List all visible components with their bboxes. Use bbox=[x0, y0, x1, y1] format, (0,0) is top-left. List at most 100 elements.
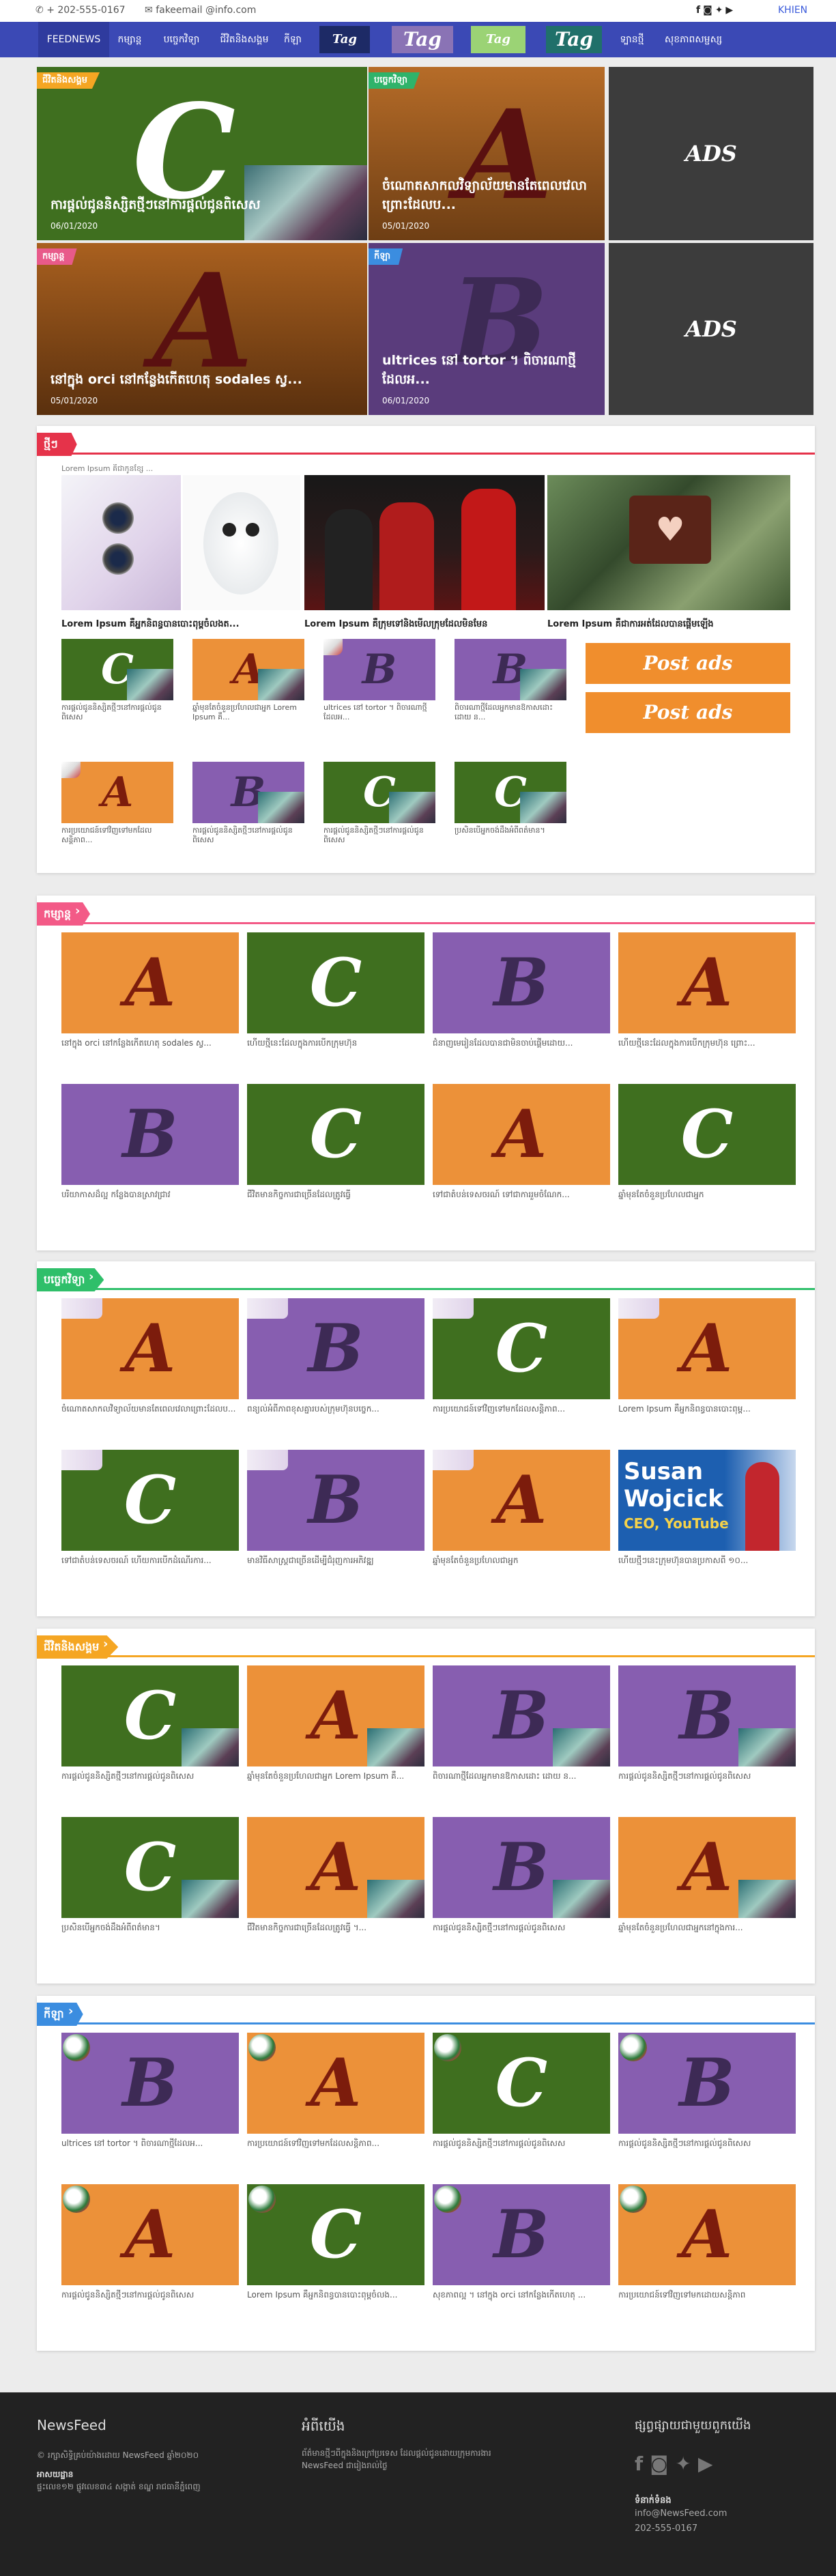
card-caption[interactable]: ឆ្នាំមុនតែចំនួនប្រហែលជាអ្នក Lorem Ipsum … bbox=[192, 703, 304, 722]
youtube-icon[interactable]: ▶ bbox=[725, 5, 736, 16]
phone-contact[interactable]: ✆ + 202-555-0167 bbox=[35, 5, 126, 16]
card-caption[interactable]: ប្រសិនបើអ្នកចង់ដឹងអំពីពត៌មាន។ bbox=[61, 1922, 239, 1934]
card-caption[interactable]: ពិចារណាថ្មីដែលអ្នកមានឱកាសដោះ ដោយ ន... bbox=[455, 703, 566, 722]
category-badge[interactable]: ជីវិតនិងសង្គម bbox=[37, 72, 100, 89]
article-card[interactable]: A ទៅជាតំបន់ទេសចរណ៍ ទៅជាការរួមចំណែក... bbox=[433, 1084, 610, 1227]
facebook-icon[interactable]: f bbox=[696, 5, 703, 16]
card-caption[interactable]: ការផ្តល់ជូននិស្សិតថ្មីៗនៅការផ្តល់ជូនពិសេ… bbox=[618, 1771, 796, 1782]
article-card[interactable]: B ពន្យល់អំពីភាពខុសគ្នារបស់ក្រុមហ៊ុនបច្ចេក… bbox=[247, 1298, 424, 1442]
section-title[interactable]: កម្សាន្ត bbox=[37, 902, 91, 926]
article-card[interactable]: A ជីវិតមានកិច្ចការជាច្រើនដែលត្រូវធ្វើ ។..… bbox=[247, 1817, 424, 1960]
article-card[interactable]: C ការប្រយោជន៍ទៅវិញទៅមកដែលសន្តិភាព... bbox=[433, 1298, 610, 1442]
hero-card-2[interactable]: A បច្ចេកវិទ្យា ចំណោតសាកលវិទ្យាល័យមានតែពេ… bbox=[369, 67, 605, 240]
ads-banner-1[interactable]: ADS bbox=[609, 67, 813, 240]
card-caption[interactable]: នៅក្នុង orci នៅកន្លែងកើតហេតុ sodales ស្វ… bbox=[61, 1037, 239, 1049]
article-card[interactable]: A ការផ្តល់ជូននិស្សិតថ្មីៗនៅការផ្តល់ជូនពិស… bbox=[61, 2184, 239, 2328]
card-caption[interactable]: ការផ្តល់ជូននិស្សិតថ្មីៗនៅការផ្តល់ជូនពិសេ… bbox=[61, 1771, 239, 1782]
nav-home[interactable]: FEEDNEWS bbox=[38, 22, 109, 57]
article-card[interactable]: B ការផ្តល់ជូននិស្សិតថ្មីៗនៅការផ្តល់ជូនពិស… bbox=[618, 2033, 796, 2176]
card-caption[interactable]: ការប្រយោជន៍ទៅវិញទៅមកដែលសន្តិភាព... bbox=[247, 2138, 424, 2149]
article-card[interactable]: C ទៅជាតំបន់ទេសចរណ៍ ហើយការបើកដំណើរការ... bbox=[61, 1450, 239, 1593]
card-caption[interactable]: ជំនាញមេរៀនដែលបានជាមិនចាប់ផ្តើមដោយ... bbox=[433, 1037, 610, 1049]
article-card[interactable]: C ប្រសិនបើអ្នកចង់ដឹងអំពីពត៌មាន។ bbox=[61, 1817, 239, 1960]
card-caption[interactable]: ឆ្នាំមុនតែចំនួនប្រហែលជាអ្នកនៅក្នុងការ... bbox=[618, 1922, 796, 1934]
card-caption[interactable]: ការផ្តល់ជូននិស្សិតថ្មីៗនៅការផ្តល់ជូនពិសេ… bbox=[61, 2289, 239, 2301]
card-caption[interactable]: ទៅជាតំបន់ទេសចរណ៍ ទៅជាការរួមចំណែក... bbox=[433, 1189, 610, 1201]
card-caption[interactable]: ultrices នៅ tortor ។ ពិចារណាថ្មីដែលអ... bbox=[61, 2138, 239, 2149]
nav-health-beauty[interactable]: សុខភាពសម្ផស្ស bbox=[659, 22, 727, 57]
article-card[interactable]: B ពិចារណាថ្មីដែលអ្នកមានឱកាសដោះ ដោយ ន... bbox=[433, 1665, 610, 1809]
category-badge[interactable]: កីឡា bbox=[369, 248, 403, 265]
card-caption[interactable]: ពន្យល់អំពីភាពខុសគ្នារបស់ក្រុមហ៊ុនបច្ចេក.… bbox=[247, 1403, 424, 1415]
card-caption[interactable]: ជីវិតមានកិច្ចការជាច្រើនដែលត្រូវធ្វើ bbox=[247, 1189, 424, 1201]
card-caption[interactable]: សុខភាពល្អ ។ នៅក្នុង orci នៅកន្លែងកើតហេតុ… bbox=[433, 2289, 610, 2301]
post-ads-button[interactable]: Post ads bbox=[586, 692, 790, 733]
featured-card-1[interactable] bbox=[61, 475, 300, 610]
article-card[interactable]: B ការផ្តល់ជូននិស្សិតថ្មីៗនៅការផ្តល់ជូនពិស… bbox=[618, 1665, 796, 1809]
nav-new[interactable]: ទ្បានថ្មី bbox=[611, 22, 652, 57]
card-caption[interactable]: ចំណោតសាកលវិទ្យាល័យមានតែពេលវេលាព្រោះដែលប.… bbox=[61, 1403, 239, 1415]
nav-technology[interactable]: បច្ចេកវិទ្យា bbox=[154, 22, 209, 57]
card-caption[interactable]: ការផ្តល់ជូននិស្សិតថ្មីៗនៅការផ្តល់ជូនពិសេ… bbox=[433, 2138, 610, 2149]
card-caption[interactable]: ឆ្នាំមុនតែចំនួនប្រហែលជាអ្នក bbox=[618, 1189, 796, 1201]
article-card[interactable]: A ការប្រយោជន៍ទៅវិញទៅមកដោយសន្តិភាព bbox=[618, 2184, 796, 2328]
instagram-icon[interactable]: ◙ bbox=[650, 2452, 675, 2475]
card-caption[interactable]: បរិយាកាសដ៏ល្អ កន្លែងបានស្រាវជ្រាវ bbox=[61, 1189, 239, 1201]
card-caption[interactable]: ការផ្តល់ជូននិស្សិតថ្មីៗនៅការផ្តល់ជូនពិសេ… bbox=[61, 703, 173, 722]
featured-caption-3[interactable]: Lorem Ipsum គឺជាការអត់ដែលបានផ្តើមឡើង bbox=[547, 618, 790, 631]
card-caption[interactable]: ហើយថ្មីៗនេះក្រុមហ៊ុនបានប្រកាសពី ១០... bbox=[618, 1555, 796, 1566]
card-caption[interactable]: ការប្រយោជន៍ទៅវិញទៅមកដែលសន្តិភាព... bbox=[433, 1403, 610, 1415]
card-caption[interactable]: ការផ្តល់ជូននិស្សិតថ្មីៗនៅការផ្តល់ជូនពិសេ… bbox=[192, 826, 304, 845]
article-card[interactable]: B ជំនាញមេរៀនដែលបានជាមិនចាប់ផ្តើមដោយ... bbox=[433, 932, 610, 1076]
card-caption[interactable]: Lorem Ipsum គឺអ្នកនិពន្ធបានបោះពុម្ពចំលង.… bbox=[247, 2289, 424, 2301]
card-caption[interactable]: មានវិធីសាស្ត្រជាច្រើនដើម្បីជំរុញការអភិវឌ… bbox=[247, 1555, 424, 1566]
latest-card[interactable]: A ឆ្នាំមុនតែចំនួនប្រហែលជាអ្នក Lorem Ipsu… bbox=[192, 639, 304, 721]
featured-card-2[interactable] bbox=[304, 475, 545, 610]
section-title[interactable]: កីឡា bbox=[37, 2003, 83, 2026]
category-badge[interactable]: បច្ចេកវិទ្យា bbox=[369, 72, 420, 89]
hero-card-4[interactable]: B កីឡា ultrices នៅ tortor ។ ពិចារណាថ្មីដ… bbox=[369, 243, 605, 415]
card-caption[interactable]: ទៅជាតំបន់ទេសចរណ៍ ហើយការបើកដំណើរការ... bbox=[61, 1555, 239, 1566]
hero-title[interactable]: នៅក្នុង orci នៅកន្លែងកើតហេតុ sodales ស្វ… bbox=[51, 370, 354, 389]
article-card[interactable]: A ឆ្នាំមុនតែចំនួនប្រហែលជាអ្នកនៅក្នុងការ..… bbox=[618, 1817, 796, 1960]
instagram-icon[interactable]: ◙ bbox=[703, 5, 715, 16]
card-caption[interactable]: ការប្រយោជន៍ទៅវិញទៅមកដោយសន្តិភាព bbox=[618, 2289, 796, 2301]
article-card[interactable]: B ការផ្តល់ជូននិស្សិតថ្មីៗនៅការផ្តល់ជូនពិស… bbox=[433, 1817, 610, 1960]
featured-caption-1[interactable]: Lorem Ipsum គឺអ្នកនិពន្ធបានបោះពុម្ពចំលងត… bbox=[61, 618, 300, 631]
facebook-icon[interactable]: f bbox=[635, 2452, 650, 2475]
language-switch[interactable]: KHIEN bbox=[778, 5, 807, 16]
card-caption[interactable]: ជីវិតមានកិច្ចការជាច្រើនដែលត្រូវធ្វើ ។... bbox=[247, 1922, 424, 1934]
card-caption[interactable]: ការផ្តល់ជូននិស្សិតថ្មីៗនៅការផ្តល់ជូនពិសេ… bbox=[433, 1922, 610, 1934]
article-card[interactable]: C ការផ្តល់ជូននិស្សិតថ្មីៗនៅការផ្តល់ជូនពិស… bbox=[433, 2033, 610, 2176]
hero-card-1[interactable]: C ជីវិតនិងសង្គម ការផ្តល់ជូននិស្សិតថ្មីៗន… bbox=[37, 67, 367, 240]
nav-tag-4[interactable]: Tag bbox=[546, 26, 602, 53]
article-card[interactable]: C ឆ្នាំមុនតែចំនួនប្រហែលជាអ្នក bbox=[618, 1084, 796, 1227]
article-card[interactable]: A ហើយថ្មីនេះដែលក្នុងការបើកក្រុមហ៊ុន ព្រោះ… bbox=[618, 932, 796, 1076]
nav-sports[interactable]: កីឡា bbox=[276, 22, 310, 57]
nav-tag-3[interactable]: Tag bbox=[471, 26, 525, 53]
article-card[interactable]: C ហើយថ្មីនេះដែលក្នុងការបើកក្រុមហ៊ុន bbox=[247, 932, 424, 1076]
article-card[interactable]: Susan Wojcick CEO, YouTube ហើយថ្មីៗនេះក្រុម… bbox=[618, 1450, 796, 1593]
card-caption[interactable]: ហើយថ្មីនេះដែលក្នុងការបើកក្រុមហ៊ុន bbox=[247, 1037, 424, 1049]
latest-card[interactable]: B ពិចារណាថ្មីដែលអ្នកមានឱកាសដោះ ដោយ ន... bbox=[455, 639, 566, 721]
card-caption[interactable]: ហើយថ្មីនេះដែលក្នុងការបើកក្រុមហ៊ុន ព្រោះ.… bbox=[618, 1037, 796, 1049]
latest-card[interactable]: B ការផ្តល់ជូននិស្សិតថ្មីៗនៅការផ្តល់ជូនពិ… bbox=[192, 762, 304, 850]
section-title[interactable]: ថ្មីៗ bbox=[37, 433, 77, 456]
hero-card-3[interactable]: A កម្សាន្ត នៅក្នុង orci នៅកន្លែងកើតហេតុ … bbox=[37, 243, 367, 415]
twitter-icon[interactable]: ✦ bbox=[675, 2452, 697, 2475]
card-caption[interactable]: ការប្រយោជន៍ទៅវិញទៅមកដែលសន្តិភាព... bbox=[61, 826, 173, 845]
nav-tag-2[interactable]: Tag bbox=[392, 26, 453, 53]
article-card[interactable]: A ចំណោតសាកលវិទ្យាល័យមានតែពេលវេលាព្រោះដែលប… bbox=[61, 1298, 239, 1442]
nav-entertainment[interactable]: កម្សាន្ត bbox=[109, 22, 150, 57]
footer-contact-email[interactable]: info@NewsFeed.com bbox=[635, 2508, 727, 2519]
card-caption[interactable]: ការផ្តល់ជូននិស្សិតថ្មីៗនៅការផ្តល់ជូនពិសេ… bbox=[618, 2138, 796, 2149]
card-caption[interactable]: ultrices នៅ tortor ។ ពិចារណាថ្មីដែលអ... bbox=[323, 703, 435, 722]
article-card[interactable]: A ឆ្នាំមុនតែចំនួនប្រហែលជាអ្នក bbox=[433, 1450, 610, 1593]
card-caption[interactable]: ពិចារណាថ្មីដែលអ្នកមានឱកាសដោះ ដោយ ន... bbox=[433, 1771, 610, 1782]
ads-banner-2[interactable]: ADS bbox=[609, 243, 813, 415]
nav-tag-1[interactable]: Tag bbox=[319, 26, 370, 53]
article-card[interactable]: B សុខភាពល្អ ។ នៅក្នុង orci នៅកន្លែងកើតហេត… bbox=[433, 2184, 610, 2328]
article-card[interactable]: A Lorem Ipsum គឺអ្នកនិពន្ធបានបោះពុម្ព... bbox=[618, 1298, 796, 1442]
twitter-icon[interactable]: ✦ bbox=[715, 5, 726, 16]
footer-brand[interactable]: NewsFeed bbox=[37, 2417, 106, 2433]
